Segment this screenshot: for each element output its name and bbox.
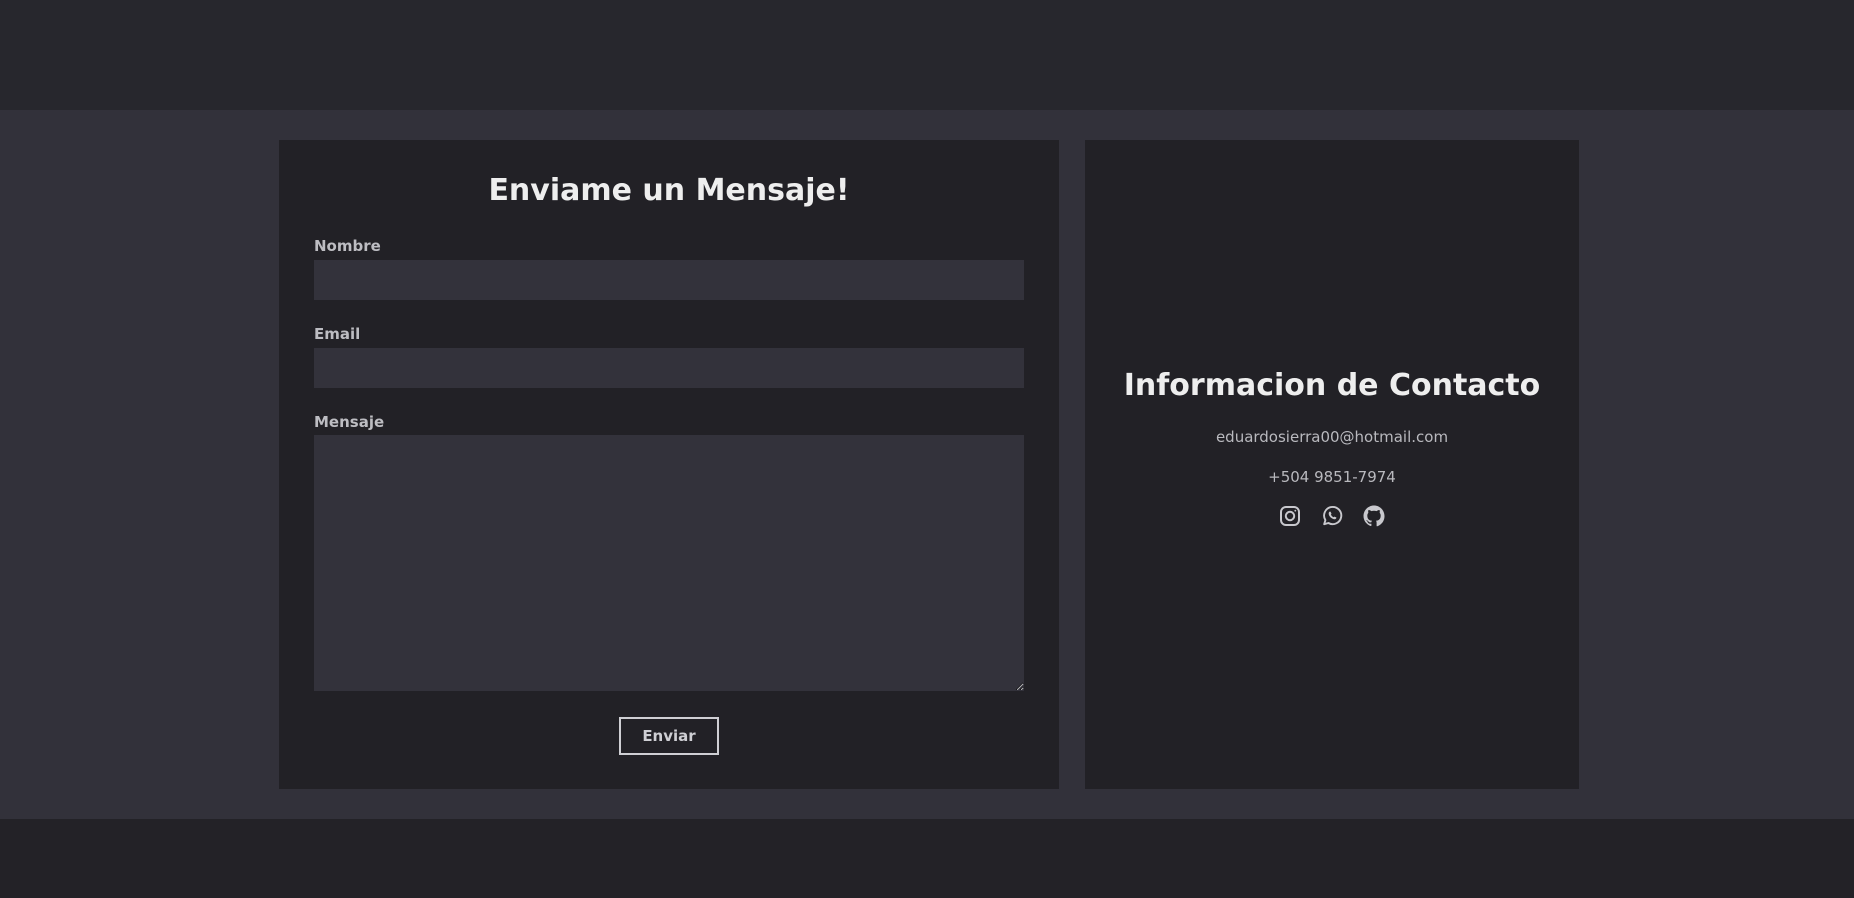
- name-label: Nombre: [314, 237, 381, 255]
- whatsapp-icon[interactable]: [1320, 504, 1344, 528]
- footer-bar: [0, 819, 1854, 898]
- email-label: Email: [314, 325, 361, 343]
- contact-title: Informacion de Contacto: [1123, 368, 1541, 403]
- name-input[interactable]: [314, 260, 1024, 300]
- form-title: Enviame un Mensaje!: [488, 173, 850, 208]
- message-label: Mensaje: [314, 413, 385, 431]
- message-form-card: Enviame un Mensaje! Nombre Email Mensaje…: [279, 140, 1059, 789]
- top-bar: [0, 0, 1854, 110]
- message-textarea[interactable]: [314, 435, 1024, 691]
- contact-email: eduardosierra00@hotmail.com: [1215, 428, 1449, 446]
- contact-info-card: Informacion de Contacto eduardosierra00@…: [1085, 140, 1579, 789]
- github-icon[interactable]: [1362, 504, 1386, 528]
- contact-phone: +504 9851-7974: [1268, 468, 1396, 486]
- instagram-icon[interactable]: [1278, 504, 1302, 528]
- email-input[interactable]: [314, 348, 1024, 388]
- send-button[interactable]: Enviar: [619, 717, 719, 755]
- social-links: [1085, 504, 1579, 528]
